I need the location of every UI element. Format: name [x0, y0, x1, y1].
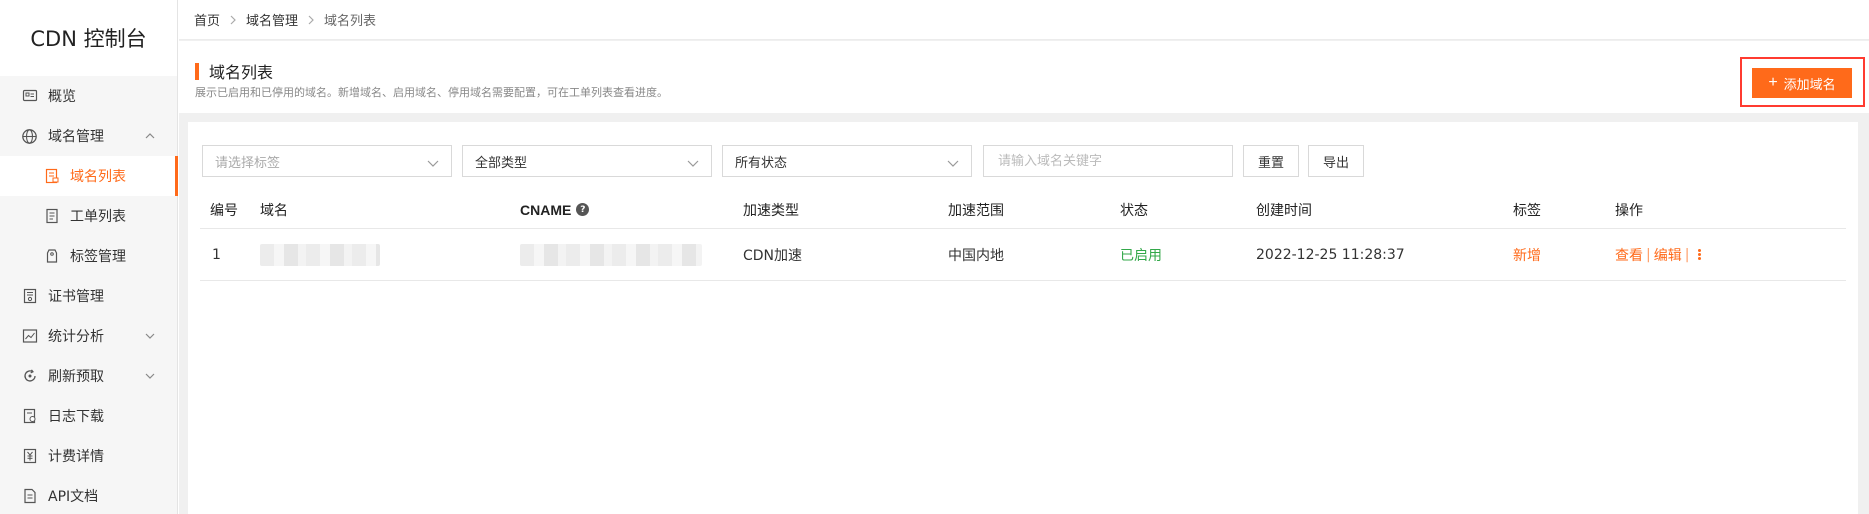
col-created-time: 创建时间: [1256, 202, 1312, 219]
certificate-icon: [20, 287, 39, 306]
page-description: 展示已启用和已停用的域名。新增域名、启用域名、停用域名需要配置，可在工单列表查看…: [195, 86, 668, 99]
redacted-cname: [520, 243, 702, 266]
export-button[interactable]: 导出: [1308, 145, 1364, 177]
sidebar-item-label: API文档: [48, 489, 99, 505]
row-accel-scope: 中国内地: [948, 247, 1004, 264]
globe-icon: [20, 127, 39, 146]
tag-icon: [42, 247, 61, 266]
analytics-icon: [20, 327, 39, 346]
sidebar-item-label: 计费详情: [48, 449, 104, 465]
page-header: 域名列表 展示已启用和已停用的域名。新增域名、启用域名、停用域名需要配置，可在工…: [179, 41, 1869, 113]
domain-list-icon: [42, 167, 61, 186]
page-title-text: 域名列表: [209, 63, 274, 82]
col-status: 状态: [1120, 202, 1148, 219]
billing-icon: [20, 447, 39, 466]
breadcrumb-home[interactable]: 首页: [194, 10, 220, 29]
chevron-right-icon: [307, 15, 315, 25]
sidebar-item-label: 刷新预取: [48, 369, 104, 385]
breadcrumb-current: 域名列表: [324, 14, 377, 29]
row-created-time: 2022-12-25 11:28:37: [1256, 246, 1405, 263]
sidebar-nav: 概览 域名管理 域名列表 工单列表 标签管理 证书管理 统计分析 刷新预取 日志…: [0, 76, 178, 514]
status-select[interactable]: 所有状态: [722, 145, 972, 177]
chevron-up-icon: [144, 130, 156, 142]
row-accel-type: CDN加速: [743, 247, 803, 264]
chevron-down-icon: [427, 157, 439, 167]
sidebar-item-certificate-management[interactable]: 证书管理: [0, 276, 177, 316]
refresh-icon: [20, 367, 39, 386]
redacted-domain: [260, 243, 380, 266]
sidebar-item-overview[interactable]: 概览: [0, 76, 177, 116]
type-select-value: 全部类型: [475, 155, 528, 171]
status-select-value: 所有状态: [735, 155, 788, 171]
sidebar: CDN 控制台 概览 域名管理 域名列表 工单列表 标签管理 证书管理 统计分析…: [0, 0, 178, 514]
sidebar-item-log-download[interactable]: 日志下载: [0, 396, 177, 436]
sidebar-item-analytics[interactable]: 统计分析: [0, 316, 177, 356]
table-row: 1 CDN加速 中国内地 已启用 2022-12-25 11:28:37 新增 …: [200, 229, 1846, 281]
log-download-icon: [20, 407, 39, 426]
col-accel-type: 加速类型: [743, 202, 799, 219]
chevron-down-icon: [947, 157, 959, 167]
col-index: 编号: [210, 202, 238, 219]
table-header: 编号 域名 CNAME ? 加速类型 加速范围 状态 创建时间 标签 操作: [200, 191, 1846, 229]
row-index: 1: [212, 246, 221, 263]
chevron-down-icon: [144, 330, 156, 342]
domain-list-panel: 请选择标签 全部类型 所有状态 请输入域名关键字 重置 导出 编号 域名 CNA…: [188, 122, 1858, 514]
chevron-right-icon: [229, 15, 237, 25]
sidebar-item-domain-management[interactable]: 域名管理: [0, 116, 177, 156]
view-link[interactable]: 查看: [1615, 245, 1643, 265]
domain-table: 编号 域名 CNAME ? 加速类型 加速范围 状态 创建时间 标签 操作 1: [200, 191, 1846, 281]
main-content: 首页 域名管理 域名列表 域名列表 展示已启用和已停用的域名。新增域名、启用域名…: [179, 0, 1869, 514]
app-root: CDN 控制台 概览 域名管理 域名列表 工单列表 标签管理 证书管理 统计分析…: [0, 0, 1869, 514]
help-icon[interactable]: ?: [576, 203, 590, 216]
sidebar-item-label: 统计分析: [48, 329, 104, 345]
add-domain-label: 添加域名: [1783, 76, 1836, 92]
sidebar-item-refresh-prefetch[interactable]: 刷新预取: [0, 356, 177, 396]
col-domain: 域名: [260, 202, 288, 219]
sidebar-item-label: 日志下载: [48, 409, 104, 425]
type-select[interactable]: 全部类型: [462, 145, 712, 177]
sidebar-item-label: 证书管理: [48, 289, 104, 305]
tag-select[interactable]: 请选择标签: [202, 145, 452, 177]
domain-search-input[interactable]: [983, 145, 1233, 177]
add-domain-button[interactable]: + 添加域名: [1752, 68, 1852, 98]
sidebar-item-label: 概览: [48, 89, 76, 105]
sidebar-item-label: 工单列表: [70, 209, 126, 225]
reset-button[interactable]: 重置: [1243, 145, 1299, 177]
sidebar-item-api-docs[interactable]: API文档: [0, 476, 177, 514]
ticket-list-icon: [42, 207, 61, 226]
breadcrumb-domain-management[interactable]: 域名管理: [246, 10, 298, 29]
sidebar-item-label: 标签管理: [70, 249, 126, 265]
col-cname-label: CNAME: [520, 201, 572, 218]
chevron-down-icon: [144, 370, 156, 382]
app-title: CDN 控制台: [0, 0, 177, 76]
api-doc-icon: [20, 487, 39, 506]
tag-select-placeholder: 请选择标签: [215, 155, 281, 171]
add-domain-highlight: + 添加域名: [1740, 57, 1865, 107]
row-status: 已启用: [1120, 247, 1162, 264]
overview-icon: [20, 87, 39, 106]
col-tag: 标签: [1513, 202, 1541, 219]
row-actions: 查看 | 编辑 |: [1615, 229, 1702, 280]
sidebar-item-billing[interactable]: 计费详情: [0, 436, 177, 476]
row-domain: [260, 229, 380, 280]
sidebar-item-label: 域名列表: [70, 169, 126, 185]
edit-link[interactable]: 编辑: [1654, 245, 1682, 265]
sidebar-item-ticket-list[interactable]: 工单列表: [0, 196, 177, 236]
row-cname: [520, 229, 702, 280]
col-accel-scope: 加速范围: [948, 202, 1004, 219]
row-tag: 新增: [1513, 247, 1541, 264]
page-title: 域名列表: [195, 61, 274, 82]
more-actions-icon[interactable]: [1698, 249, 1702, 260]
sidebar-item-domain-list[interactable]: 域名列表: [0, 156, 178, 196]
title-accent-bar: [195, 62, 199, 80]
chevron-down-icon: [687, 157, 699, 167]
sidebar-item-label: 域名管理: [48, 129, 104, 145]
breadcrumb: 首页 域名管理 域名列表: [179, 0, 1869, 40]
plus-icon: +: [1768, 74, 1778, 91]
action-divider: |: [1646, 246, 1651, 263]
col-cname: CNAME ?: [520, 191, 590, 228]
sidebar-item-tag-management[interactable]: 标签管理: [0, 236, 177, 276]
col-actions: 操作: [1615, 202, 1643, 219]
action-divider: |: [1684, 246, 1690, 263]
